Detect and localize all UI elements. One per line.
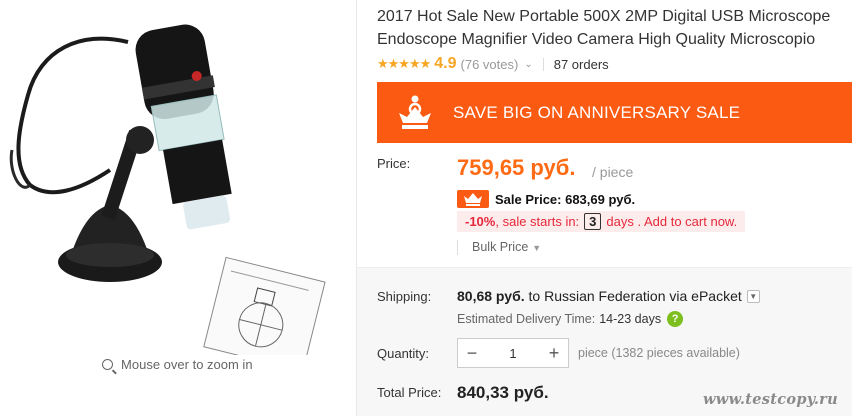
sale-price-row: Sale Price: 683,69 руб. bbox=[457, 190, 635, 208]
discount-percent: -10% bbox=[465, 214, 496, 229]
price-value: 759,65 руб. bbox=[457, 155, 576, 180]
help-icon[interactable]: ? bbox=[667, 311, 684, 327]
price-label: Price: bbox=[377, 156, 411, 171]
crown-icon bbox=[399, 95, 431, 129]
product-details-panel: 2017 Hot Sale New Portable 500X 2MP Digi… bbox=[357, 0, 852, 416]
zoom-hint-text: Mouse over to zoom in bbox=[121, 357, 253, 372]
quantity-input[interactable]: 1 bbox=[486, 346, 540, 361]
product-image-gallery[interactable]: Mouse over to zoom in bbox=[0, 0, 355, 416]
price-unit: / piece bbox=[592, 164, 634, 180]
rating-value: 4.9 bbox=[434, 55, 457, 72]
microscope-product-image[interactable] bbox=[0, 0, 355, 355]
sale-starts-text: , sale starts in: bbox=[495, 214, 580, 229]
orders-count: 87 orders bbox=[553, 56, 609, 72]
rating-row: ★★★★★ 4.9 (76 votes) ⌄ 87 orders bbox=[377, 54, 609, 74]
quantity-label: Quantity: bbox=[377, 346, 430, 361]
anniversary-sale-banner[interactable]: SAVE BIG ON ANNIVERSARY SALE bbox=[377, 82, 852, 143]
sale-price-text: Sale Price: 683,69 руб. bbox=[495, 191, 636, 207]
magnifier-icon bbox=[102, 359, 114, 370]
shipping-value[interactable]: 80,68 руб. to Russian Federation via ePa… bbox=[457, 288, 760, 304]
chevron-down-icon[interactable]: ⌄ bbox=[524, 59, 532, 70]
caret-down-icon: ▼ bbox=[532, 243, 542, 253]
increase-quantity-button[interactable]: + bbox=[540, 339, 568, 367]
days-countdown: 3 bbox=[584, 213, 602, 230]
shipping-dropdown-icon[interactable]: ▼ bbox=[746, 289, 760, 303]
zoom-hint: Mouse over to zoom in bbox=[0, 357, 355, 372]
star-rating-icon: ★★★★★ bbox=[377, 56, 431, 71]
quantity-availability: piece (1382 pieces available) bbox=[578, 346, 740, 360]
quantity-stepper: − 1 + bbox=[457, 338, 569, 368]
banner-text: SAVE BIG ON ANNIVERSARY SALE bbox=[453, 102, 741, 122]
total-price-value: 840,33 руб. bbox=[457, 383, 549, 402]
sale-countdown-banner: -10% , sale starts in: 3 days . Add to c… bbox=[457, 211, 746, 232]
watermark: www.testcopy.ru bbox=[703, 391, 838, 408]
total-price-label: Total Price: bbox=[377, 385, 442, 400]
bulk-price-dropdown[interactable]: Bulk Price ▼ bbox=[457, 240, 541, 255]
delivery-days: 14-23 days bbox=[599, 312, 662, 326]
decrease-quantity-button[interactable]: − bbox=[458, 339, 486, 367]
shipping-label: Shipping: bbox=[377, 289, 432, 304]
votes-link[interactable]: (76 votes) bbox=[461, 57, 519, 72]
shipping-cost: 80,68 руб. bbox=[457, 288, 525, 304]
delivery-label: Estimated Delivery Time: bbox=[457, 312, 596, 326]
bulk-price-label: Bulk Price bbox=[472, 240, 529, 254]
divider bbox=[542, 57, 544, 71]
delivery-time: Estimated Delivery Time: 14-23 days ? bbox=[457, 311, 684, 327]
shipping-destination: to Russian Federation via ePacket bbox=[528, 288, 742, 304]
product-title: 2017 Hot Sale New Portable 500X 2MP Digi… bbox=[377, 8, 831, 48]
days-suffix: days . Add to cart now. bbox=[606, 214, 738, 229]
sale-crown-icon bbox=[457, 190, 489, 208]
